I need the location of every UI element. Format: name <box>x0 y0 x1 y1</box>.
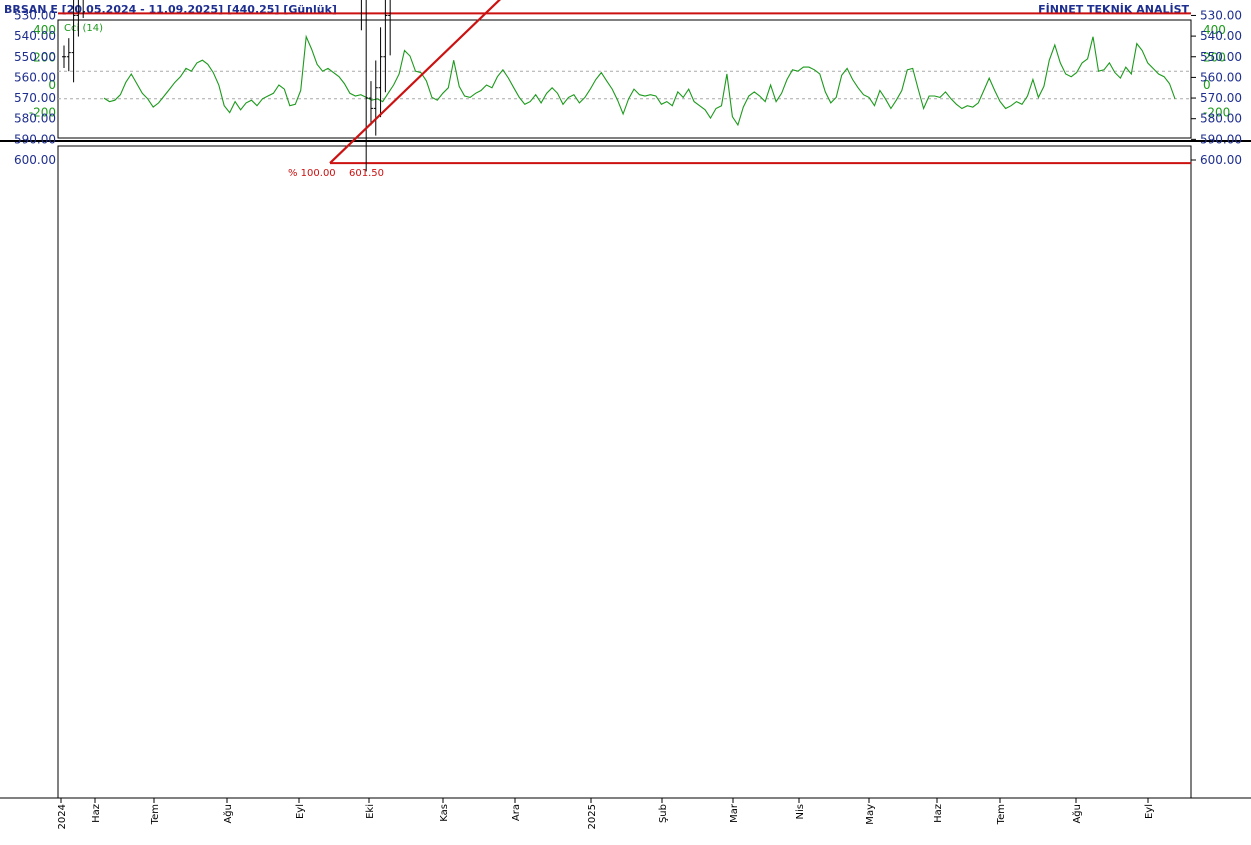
price-y-tick-right: 590.00 <box>1200 132 1242 146</box>
price-y-tick-right: 540.00 <box>1200 29 1242 43</box>
price-y-tick-left: 590.00 <box>14 132 56 146</box>
price-y-tick-left: 580.00 <box>14 112 56 126</box>
price-y-tick-left: 600.00 <box>14 153 56 167</box>
price-y-tick-right: 600.00 <box>1200 153 1242 167</box>
x-tick-label: Ağu <box>1071 804 1083 824</box>
price-y-tick-right: 550.00 <box>1200 50 1242 64</box>
x-tick-label: Şub <box>658 804 669 823</box>
x-tick-label: Kas <box>439 804 450 822</box>
price-y-tick-left: 540.00 <box>14 29 56 43</box>
x-tick-label: Ağu <box>222 804 234 824</box>
price-y-tick-right: 530.00 <box>1200 8 1242 22</box>
x-tick-label: Haz <box>91 804 102 823</box>
price-y-tick-left: 560.00 <box>14 70 56 84</box>
technical-analysis-chart: BRSAN E [20.05.2024 - 11.09.2025] [440.2… <box>0 0 1251 841</box>
price-y-tick-left: 550.00 <box>14 50 56 64</box>
fib-percent-label: % 100.00 <box>288 168 336 179</box>
x-tick-label: May <box>865 804 876 825</box>
x-tick-label: 2024 <box>57 804 68 829</box>
x-tick-label: Nis <box>795 804 806 819</box>
x-tick-label: Eyl <box>1144 804 1155 819</box>
x-tick-label: Eki <box>365 804 376 819</box>
x-tick-label: Eyl <box>295 804 306 819</box>
price-y-tick-right: 520.00 <box>1200 0 1242 2</box>
price-y-tick-right: 580.00 <box>1200 112 1242 126</box>
chart-canvas: BRSAN E [20.05.2024 - 11.09.2025] [440.2… <box>0 0 1251 841</box>
x-tick-label: Tem <box>996 804 1007 825</box>
x-tick-label: Ara <box>511 804 522 821</box>
price-y-tick-right: 570.00 <box>1200 91 1242 105</box>
x-tick-label: Mar <box>729 803 740 823</box>
price-y-tick-left: 570.00 <box>14 91 56 105</box>
price-y-tick-left: 530.00 <box>14 8 56 22</box>
price-y-tick-right: 560.00 <box>1200 70 1242 84</box>
x-tick-label: 2025 <box>587 804 598 829</box>
price-y-tick-left: 520.00 <box>14 0 56 2</box>
x-tick-label: Haz <box>933 804 944 823</box>
cci-indicator-label: Cci (14) <box>64 23 103 34</box>
x-tick-label: Tem <box>150 804 161 825</box>
